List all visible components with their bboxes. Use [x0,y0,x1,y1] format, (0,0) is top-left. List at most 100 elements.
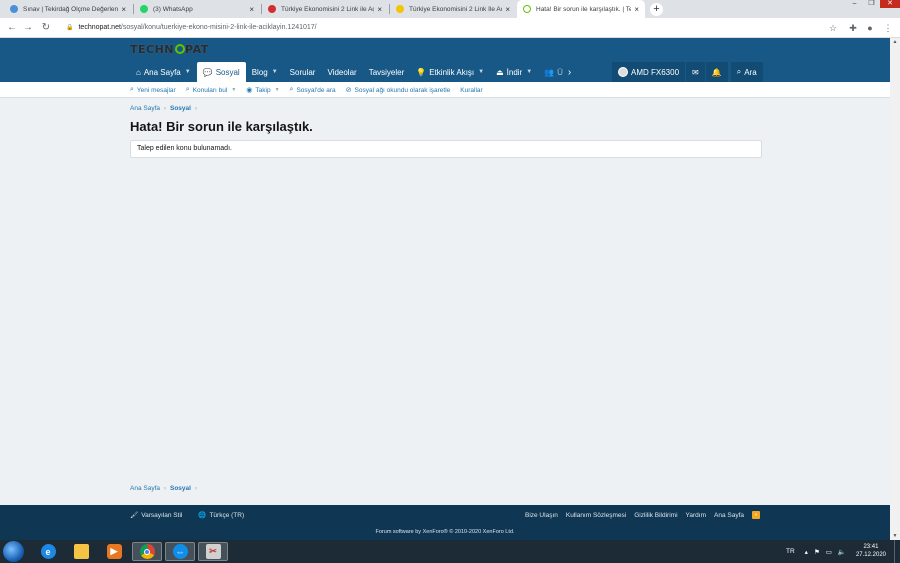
chat-icon: 💬 [202,67,213,77]
taskbar-explorer[interactable] [66,542,96,561]
forward-icon[interactable]: → [21,21,35,35]
rss-icon[interactable]: ◗ [752,511,760,519]
subnav-mark-read[interactable]: ⊘ Sosyal ağı okundu olarak işaretle [346,86,451,95]
back-icon[interactable]: ← [5,21,19,35]
footer-link-privacy[interactable]: Gizlilik Bildirimi [634,512,677,519]
star-icon[interactable]: ☆ [826,21,840,35]
chevron-down-icon[interactable]: ▼ [185,69,191,75]
search-icon: ⌕ [185,86,190,93]
network-icon[interactable]: ▭ [826,548,832,556]
breadcrumb-home[interactable]: Ana Sayfa [130,105,160,112]
taskbar-teamviewer[interactable]: ⇔ [165,542,195,561]
subnav-search-social[interactable]: ⌕ Sosyal'de ara [290,86,336,94]
error-notice: Talep edilen konu bulunamadı. [130,140,762,158]
nav-tab-home[interactable]: ⌂ Ana Sayfa ▼ [130,62,197,82]
bell-icon[interactable]: 🔔 [705,62,728,82]
nav-tab-videos[interactable]: Videolar [321,62,362,82]
language-chooser[interactable]: 🌐 Türkçe (TR) [198,511,252,520]
whatsapp-icon [140,5,148,13]
breadcrumb-social[interactable]: Sosyal [170,485,191,492]
close-tab-icon[interactable]: × [505,5,510,14]
new-tab-button[interactable]: + [650,3,663,16]
menu-icon[interactable]: ⋮ [881,21,895,35]
tab-title: Hata! Bir sorun ile karşılaştık. | Techn… [536,5,632,13]
close-window-button[interactable]: ✕ [880,0,900,8]
maximize-button[interactable]: ❐ [863,0,880,8]
nav-tab-members[interactable]: 👥 Ü [538,62,565,82]
footer-link-help[interactable]: Yardım [686,512,706,519]
reload-icon[interactable]: ↻ [39,21,53,35]
browser-tab[interactable]: Türkiye Ekonomisini 2 Link İle Açıklayın… [390,0,516,18]
tab-title: Türkiye Ekonomisini 2 Link İle Açıklayın [409,5,502,13]
taskbar-media-player[interactable]: ▶ [99,542,129,561]
nav-tab-blog[interactable]: Blog ▼ [246,62,284,82]
avatar [618,67,628,77]
account-username: AMD FX6300 [631,67,680,77]
chevron-down-icon[interactable]: ▼ [526,69,532,75]
subnav-find-threads[interactable]: ⌕ Konuları bul ▼ [186,86,237,94]
browser-toolbar: ← → ↻ 🔒 technopat.net/sosyal/konu/tuerkiy… [0,18,900,38]
minimize-button[interactable]: – [846,0,863,8]
close-tab-icon[interactable]: × [634,5,639,14]
paint-brush-icon: 🖌 [130,512,139,519]
media-player-icon: ▶ [106,544,122,559]
search-button[interactable]: ⌕ Ara [730,62,763,82]
start-button[interactable] [3,541,24,562]
breadcrumb-home[interactable]: Ana Sayfa [130,485,160,492]
address-bar[interactable]: 🔒 technopat.net/sosyal/konu/tuerkiye-ekon… [58,21,842,35]
chrome-icon [139,544,155,559]
taskbar-ie[interactable]: e [33,542,63,561]
page-scrollbar[interactable]: ▲ ▼ [890,38,900,540]
footer-link-home[interactable]: Ana Sayfa [714,512,744,519]
close-tab-icon[interactable]: × [249,5,254,14]
inbox-icon[interactable]: ✉ [686,62,705,82]
browser-tab[interactable]: Sınav | Tekirdağ Ölçme Değerlendirme × [4,0,132,18]
volume-icon[interactable]: 🔈 [838,548,846,556]
subnav-label: Yeni mesajlar [136,86,176,94]
account-bar: AMD FX6300 ✉ 🔔 ⌕ Ara [612,62,763,82]
site-footer: 🖌 Varsayılan Stil 🌐 Türkçe (TR) Bize Ulaşı… [0,505,890,540]
flag-icon[interactable]: ⚑ [814,548,820,556]
nav-tab-download[interactable]: ⏏ İndir ▼ [490,62,538,82]
nav-scroll-right-icon[interactable]: › [565,62,574,82]
globe-icon [10,5,18,13]
browser-tab[interactable]: (3) WhatsApp × [134,0,260,18]
windows-taskbar: e ▶ ⇔ ✂ TR ▴ ⚑ ▭ 🔈 23:41 27.12.2020 [0,540,900,563]
profile-icon[interactable]: ● [863,21,877,35]
browser-tab[interactable]: Türkiye Ekonomisini 2 Link ile Açıklayın… [262,0,388,18]
subnav-new-posts[interactable]: ⌕ Yeni mesajlar [130,86,176,94]
account-button[interactable]: AMD FX6300 [612,62,686,82]
breadcrumb-social[interactable]: Sosyal [170,105,191,112]
style-chooser[interactable]: 🖌 Varsayılan Stil [130,511,190,520]
nav-tab-label: Etkinlik Akışı [429,67,475,77]
close-tab-icon[interactable]: × [377,5,382,14]
site-logo[interactable]: TECHN PAT [130,43,209,56]
tray-expand-icon[interactable]: ▴ [805,548,808,556]
taskbar-chrome[interactable] [132,542,162,561]
home-icon: ⌂ [136,67,141,77]
close-tab-icon[interactable]: × [121,5,126,14]
subnav-rules[interactable]: Kurallar [460,87,482,94]
taskbar-snipping[interactable]: ✂ [198,542,228,561]
subnav-label: Sosyal ağı okundu olarak işaretle [354,86,451,94]
tab-title: Sınav | Tekirdağ Ölçme Değerlendirme [23,5,119,13]
footer-link-contact[interactable]: Bize Ulaşın [525,512,558,519]
clock[interactable]: 23:41 27.12.2020 [856,543,886,559]
browser-tab-active[interactable]: Hata! Bir sorun ile karşılaştık. | Techn… [517,0,645,18]
nav-tab-questions[interactable]: Sorular [284,62,322,82]
chevron-down-icon[interactable]: ▼ [478,69,484,75]
footer-link-terms[interactable]: Kullanım Sözleşmesi [566,512,626,519]
chevron-down-icon: ▼ [274,87,280,93]
show-desktop-button[interactable] [894,540,900,563]
power-icon [174,44,185,54]
scroll-up-icon[interactable]: ▲ [890,38,900,46]
scroll-down-icon[interactable]: ▼ [890,532,900,540]
sub-nav: ⌕ Yeni mesajlar ⌕ Konuları bul ▼ ◉ Takip ▼ ⌕ S… [0,82,890,98]
nav-tab-social[interactable]: 💬 Sosyal [196,62,246,82]
language-indicator[interactable]: TR [786,548,795,555]
extensions-icon[interactable]: ✚ [846,21,860,35]
nav-tab-activity[interactable]: 💡 Etkinlik Akışı ▼ [410,62,490,82]
chevron-down-icon[interactable]: ▼ [272,69,278,75]
subnav-watched[interactable]: ◉ Takip ▼ [246,86,280,95]
nav-tab-recommendations[interactable]: Tavsiyeler [363,62,411,82]
